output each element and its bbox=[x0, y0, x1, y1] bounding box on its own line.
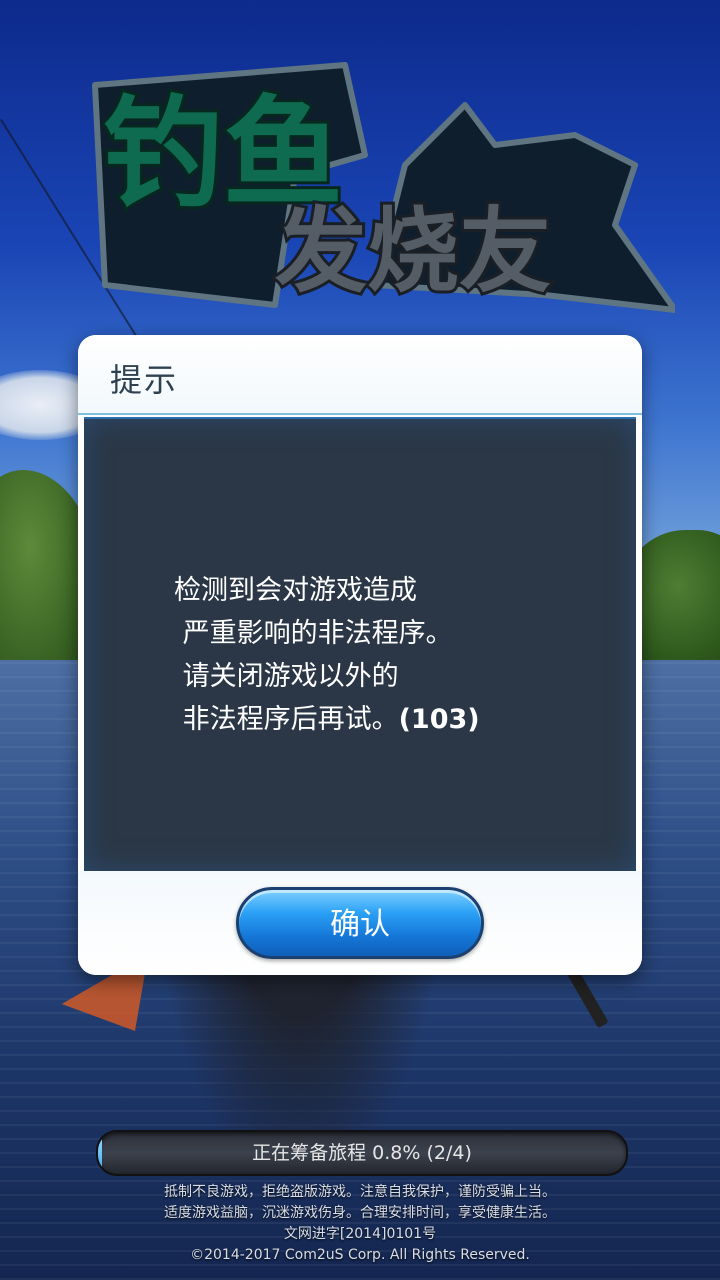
message-line-2: 严重影响的非法程序。 bbox=[174, 618, 453, 649]
dialog-title: 提示 bbox=[110, 361, 179, 399]
dialog-header: 提示 bbox=[78, 335, 642, 415]
message-line-4: 非法程序后再试。(103) bbox=[174, 698, 594, 741]
loading-progress-bar: 正在筹备旅程 0.8% (2/4) bbox=[96, 1130, 628, 1176]
legal-line-4: ©2014-2017 Com2uS Corp. All Rights Reser… bbox=[190, 1247, 530, 1263]
legal-notice: 抵制不良游戏，拒绝盗版游戏。注意自我保护，谨防受骗上当。 适度游戏益脑，沉迷游戏… bbox=[0, 1182, 720, 1266]
legal-line-1: 抵制不良游戏，拒绝盗版游戏。注意自我保护，谨防受骗上当。 bbox=[164, 1184, 556, 1200]
game-logo: 钓鱼 发烧友 bbox=[92, 62, 675, 313]
dialog-footer: 确认 bbox=[78, 871, 642, 975]
dialog-body: 检测到会对游戏造成 严重影响的非法程序。 请关闭游戏以外的 非法程序后再试。(1… bbox=[84, 417, 636, 873]
message-line-3: 请关闭游戏以外的 bbox=[174, 661, 399, 692]
logo-title-line2: 发烧友 bbox=[275, 198, 551, 305]
alert-dialog: 提示 检测到会对游戏造成 严重影响的非法程序。 请关闭游戏以外的 非法程序后再试… bbox=[78, 335, 642, 975]
loading-status-text: 正在筹备旅程 0.8% (2/4) bbox=[252, 1142, 472, 1164]
error-code: (103) bbox=[398, 704, 480, 735]
dialog-message: 检测到会对游戏造成 严重影响的非法程序。 请关闭游戏以外的 非法程序后再试。(1… bbox=[174, 569, 594, 741]
message-line-4-text: 非法程序后再试。 bbox=[174, 704, 399, 735]
legal-line-3: 文网进字[2014]0101号 bbox=[283, 1226, 437, 1242]
message-line-1: 检测到会对游戏造成 bbox=[174, 575, 417, 606]
confirm-button[interactable]: 确认 bbox=[236, 887, 484, 959]
legal-line-2: 适度游戏益脑，沉迷游戏伤身。合理安排时间，享受健康生活。 bbox=[164, 1205, 556, 1221]
